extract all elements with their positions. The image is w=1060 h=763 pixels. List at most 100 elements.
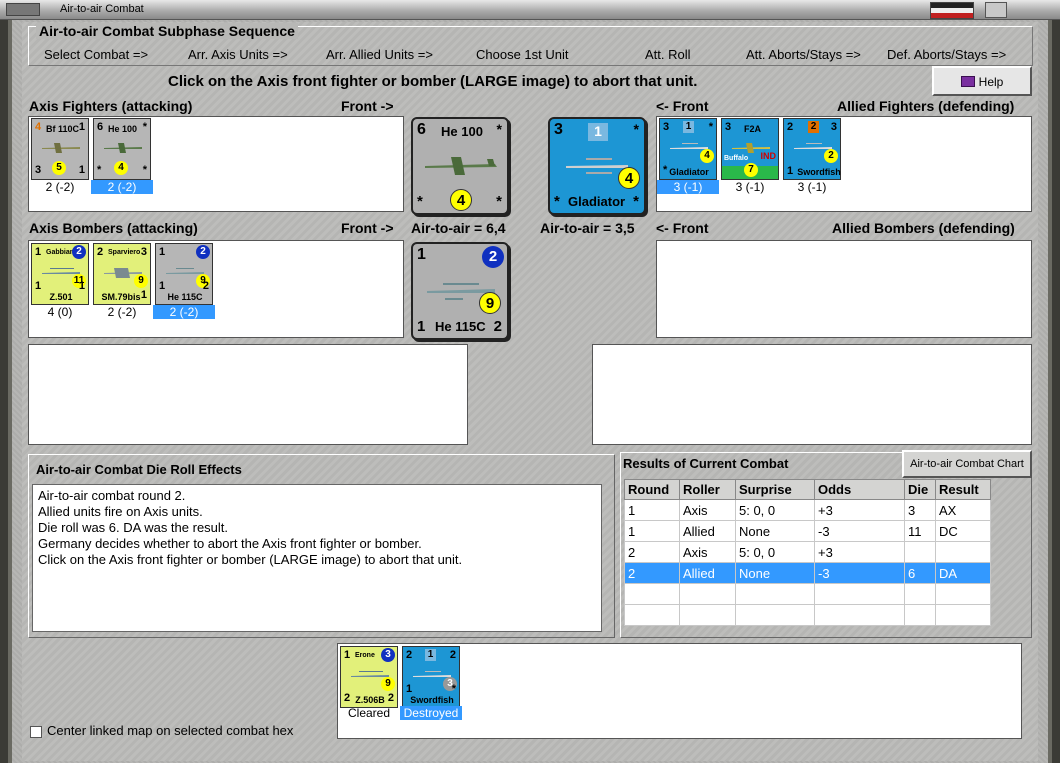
step-arr-allied: Arr. Allied Units => bbox=[326, 47, 433, 62]
unit-combat-value: 7 bbox=[744, 163, 758, 177]
plane-icon bbox=[42, 143, 80, 153]
unit-name: Sparviero bbox=[108, 249, 141, 256]
results-title: Results of Current Combat bbox=[623, 456, 789, 471]
center-map-checkbox[interactable] bbox=[30, 726, 42, 738]
unit-combat-value: 4 bbox=[114, 161, 128, 175]
col-surprise[interactable]: Surprise bbox=[735, 479, 815, 500]
unit-sm79bis[interactable]: 2 Sparviero 3 9 1 SM.79bis bbox=[93, 243, 151, 305]
unit-name: F2A bbox=[744, 124, 762, 134]
effects-text-box: Air-to-air combat round 2. Allied units … bbox=[32, 484, 602, 632]
cell: DC bbox=[935, 520, 991, 542]
cell bbox=[904, 604, 936, 626]
cell: +3 bbox=[814, 499, 905, 521]
card-name: He 115C bbox=[435, 319, 486, 334]
unit-f2a[interactable]: 3 F2A Buffalo IND 7 bbox=[721, 118, 779, 180]
table-row-selected[interactable]: 2 Allied None -3 6 DA bbox=[624, 562, 991, 584]
col-odds[interactable]: Odds bbox=[814, 479, 905, 500]
col-die[interactable]: Die bbox=[904, 479, 936, 500]
close-button[interactable] bbox=[985, 2, 1007, 18]
help-button[interactable]: Help bbox=[932, 66, 1032, 96]
step-choose-first: Choose 1st Unit bbox=[476, 47, 569, 62]
unit-move: 1 bbox=[78, 164, 85, 176]
unit-gladiator[interactable]: 3 1 * * 4 Gladiator bbox=[659, 118, 717, 180]
cell: -3 bbox=[814, 520, 905, 542]
unit-z506b[interactable]: 1 Erone 3 2 9 2 Z.506B bbox=[340, 646, 398, 708]
cell: DA bbox=[935, 562, 991, 584]
german-flag-icon bbox=[930, 2, 974, 19]
col-roller[interactable]: Roller bbox=[679, 479, 736, 500]
plane-icon bbox=[104, 143, 142, 153]
col-round[interactable]: Round bbox=[624, 479, 680, 500]
unit-caption: Cleared bbox=[347, 706, 391, 720]
unit-attack: 2 bbox=[787, 121, 794, 133]
allied-bombers-front-label: <- Front bbox=[656, 220, 709, 236]
axis-fighters-front-label: Front -> bbox=[341, 98, 394, 114]
air-combat-chart-button[interactable]: Air-to-air Combat Chart bbox=[902, 450, 1032, 478]
cell bbox=[904, 583, 936, 605]
unit-swordfish[interactable]: 2 2 3 1 2 Swordfish bbox=[783, 118, 841, 180]
unit-attack: 1 bbox=[159, 246, 166, 258]
unit-range: 1 bbox=[78, 121, 85, 133]
card-defense: * bbox=[554, 193, 560, 210]
table-row[interactable]: 1 Allied None -3 11 DC bbox=[624, 520, 991, 542]
unit-combat-value: 2 bbox=[824, 149, 838, 163]
unit-caption-selected: 2 (-2) bbox=[153, 305, 215, 319]
unit-bf110c[interactable]: 4 Bf 110C 1 3 5 1 bbox=[31, 118, 89, 180]
allied-air-to-air-value: Air-to-air = 3,5 bbox=[540, 220, 635, 236]
unit-defense: * bbox=[97, 164, 102, 176]
card-badge: 1 bbox=[588, 123, 608, 141]
unit-caption-selected: 3 (-1) bbox=[657, 180, 719, 194]
unit-name: He 100 bbox=[108, 124, 138, 134]
unit-z501[interactable]: 1 Gabbiano 2 1 11 1 Z.501 bbox=[31, 243, 89, 305]
unit-nation-tag: IND bbox=[760, 151, 777, 161]
unit-he115c[interactable]: 1 2 1 9 2 He 115C bbox=[155, 243, 213, 305]
unit-caption: 3 (-1) bbox=[735, 180, 765, 194]
allied-info-panel bbox=[592, 344, 1032, 445]
effects-line: Air-to-air combat round 2. bbox=[38, 488, 186, 503]
step-att-roll: Att. Roll bbox=[645, 47, 691, 62]
cell: None bbox=[735, 520, 815, 542]
plane-icon bbox=[425, 157, 497, 175]
table-row[interactable] bbox=[624, 604, 991, 626]
col-result[interactable]: Result bbox=[935, 479, 991, 500]
window-menu-icon[interactable] bbox=[6, 3, 40, 16]
cell: 2 bbox=[624, 562, 680, 584]
unit-swordfish-destroyed[interactable]: 2 1 2 1 3 * Swordfish bbox=[402, 646, 460, 708]
unit-he100[interactable]: 6 He 100 * * 4 * bbox=[93, 118, 151, 180]
allied-front-fighter-card[interactable]: 3 1 * * Gladiator 4 * bbox=[548, 117, 646, 215]
card-name: He 100 bbox=[441, 124, 483, 139]
unit-badge: 1 bbox=[683, 121, 694, 133]
unit-attack: 3 bbox=[663, 121, 670, 133]
book-icon bbox=[960, 76, 975, 87]
unit-caption: 2 (-2) bbox=[107, 305, 137, 319]
cell bbox=[679, 583, 736, 605]
unit-range: * bbox=[708, 121, 713, 133]
effects-line: Die roll was 6. DA was the result. bbox=[38, 520, 229, 535]
unit-range: 2 bbox=[196, 245, 210, 259]
unit-name-bottom: He 115C bbox=[167, 292, 203, 302]
unit-name-bottom: Z.501 bbox=[49, 292, 73, 302]
table-row[interactable] bbox=[624, 583, 991, 605]
unit-combat-value: 9 bbox=[134, 274, 148, 288]
unit-range: 2 bbox=[449, 649, 456, 661]
cell bbox=[935, 541, 991, 563]
axis-bombers-front-label: Front -> bbox=[341, 220, 394, 236]
cell bbox=[935, 583, 991, 605]
unit-range: 3 bbox=[381, 648, 395, 662]
cell bbox=[935, 604, 991, 626]
axis-front-bomber-card[interactable]: 1 2 9 1 He 115C 2 bbox=[411, 242, 509, 340]
cell: Axis bbox=[679, 541, 736, 563]
unit-defense: 3 bbox=[35, 164, 42, 176]
unit-name: Erone bbox=[355, 652, 375, 659]
table-row[interactable]: 2 Axis 5: 0, 0 +3 bbox=[624, 541, 991, 563]
unit-combat-value: 9 bbox=[381, 677, 395, 691]
cell: 5: 0, 0 bbox=[735, 541, 815, 563]
axis-front-fighter-card[interactable]: 6 He 100 * * 4 * bbox=[411, 117, 509, 215]
table-row[interactable]: 1 Axis 5: 0, 0 +3 3 AX bbox=[624, 499, 991, 521]
axis-fighters-label: Axis Fighters (attacking) bbox=[29, 98, 193, 114]
unit-range: 2 bbox=[72, 245, 86, 259]
card-range: 2 bbox=[482, 246, 504, 268]
unit-combat-value: 5 bbox=[52, 161, 66, 175]
unit-name-bottom: Z.506B bbox=[355, 695, 385, 705]
unit-attack: 2 bbox=[406, 649, 413, 661]
